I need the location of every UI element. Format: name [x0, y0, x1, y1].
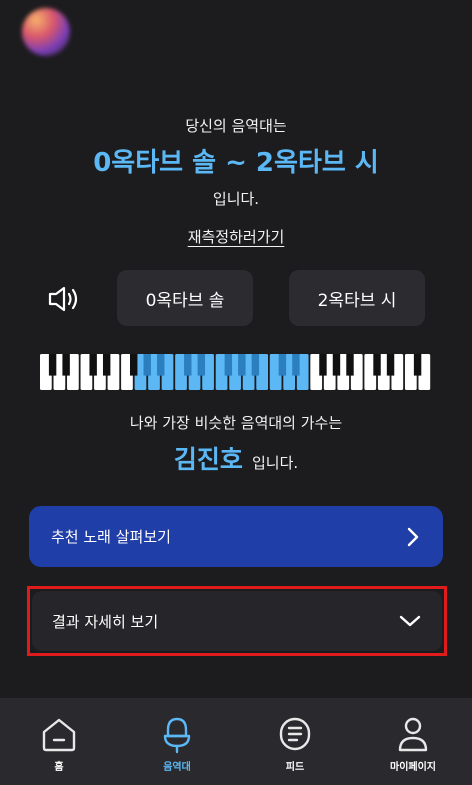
- vocal-range-title: 0옥타브 솔 ~ 2옥타브 시: [93, 148, 379, 178]
- piano-black-key: [292, 354, 300, 376]
- piano-black-key: [278, 354, 287, 376]
- tab-feed-label: 피드: [285, 762, 305, 773]
- range-intro-text: 당신의 음역대는: [185, 117, 287, 135]
- piano-black-key: [413, 354, 422, 376]
- details-toggle-label: 결과 자세히 보기: [52, 612, 159, 631]
- piano-black-key: [89, 354, 97, 376]
- chevron-down-icon: [399, 615, 421, 627]
- tab-home[interactable]: 홈: [0, 698, 118, 785]
- piano-black-key: [251, 354, 260, 376]
- piano-black-key: [197, 354, 206, 376]
- piano-black-key: [143, 354, 151, 376]
- tab-home-label: 홈: [54, 762, 64, 773]
- piano-black-key: [386, 354, 395, 376]
- piano-black-key: [157, 354, 165, 376]
- chevron-right-icon: [407, 527, 419, 546]
- remeasure-row: 재측정하러가기: [0, 226, 472, 247]
- piano-black-key: [184, 354, 192, 376]
- microphone-icon: [163, 717, 191, 754]
- piano-keyboard: [40, 354, 431, 390]
- tab-vocal-range[interactable]: 음역대: [118, 698, 236, 785]
- piano-black-key: [332, 354, 341, 376]
- piano-black-key: [373, 354, 381, 376]
- singer-name: 김진호: [173, 445, 243, 474]
- tab-feed[interactable]: 피드: [236, 698, 354, 785]
- piano-black-key: [224, 354, 233, 376]
- app-logo: [22, 8, 70, 56]
- details-toggle-button[interactable]: 결과 자세히 보기: [32, 591, 442, 651]
- piano-black-key: [238, 354, 246, 376]
- piano-black-key: [102, 354, 111, 376]
- speaker-icon[interactable]: [44, 283, 84, 315]
- high-note-button[interactable]: 2옥타브 시: [289, 270, 425, 326]
- range-suffix-text: 입니다.: [212, 190, 260, 208]
- home-icon: [42, 718, 76, 752]
- bottom-tab-bar: 홈 음역대 피드 마이페이지: [0, 698, 472, 785]
- singer-line: 김진호 입니다.: [0, 440, 472, 476]
- piano-black-key: [319, 354, 327, 376]
- details-highlight-frame: 결과 자세히 보기: [27, 586, 447, 656]
- piano-black-key: [346, 354, 354, 376]
- piano-black-key: [48, 354, 57, 376]
- tab-vocal-range-label: 음역대: [163, 762, 191, 773]
- remeasure-link[interactable]: 재측정하러가기: [188, 228, 285, 246]
- low-note-button[interactable]: 0옥타브 솔: [117, 270, 253, 326]
- profile-icon: [398, 717, 428, 752]
- tab-my-page-label: 마이페이지: [390, 762, 436, 773]
- recommend-songs-label: 추천 노래 살펴보기: [51, 528, 171, 546]
- tab-my-page[interactable]: 마이페이지: [354, 698, 472, 785]
- piano-black-key: [130, 354, 138, 376]
- feed-icon: [279, 717, 311, 751]
- recommend-songs-button[interactable]: 추천 노래 살펴보기: [29, 506, 443, 567]
- singer-suffix-text: 입니다.: [251, 454, 299, 472]
- piano-black-key: [62, 354, 70, 376]
- singer-intro-text: 나와 가장 비슷한 음역대의 가수는: [129, 414, 343, 432]
